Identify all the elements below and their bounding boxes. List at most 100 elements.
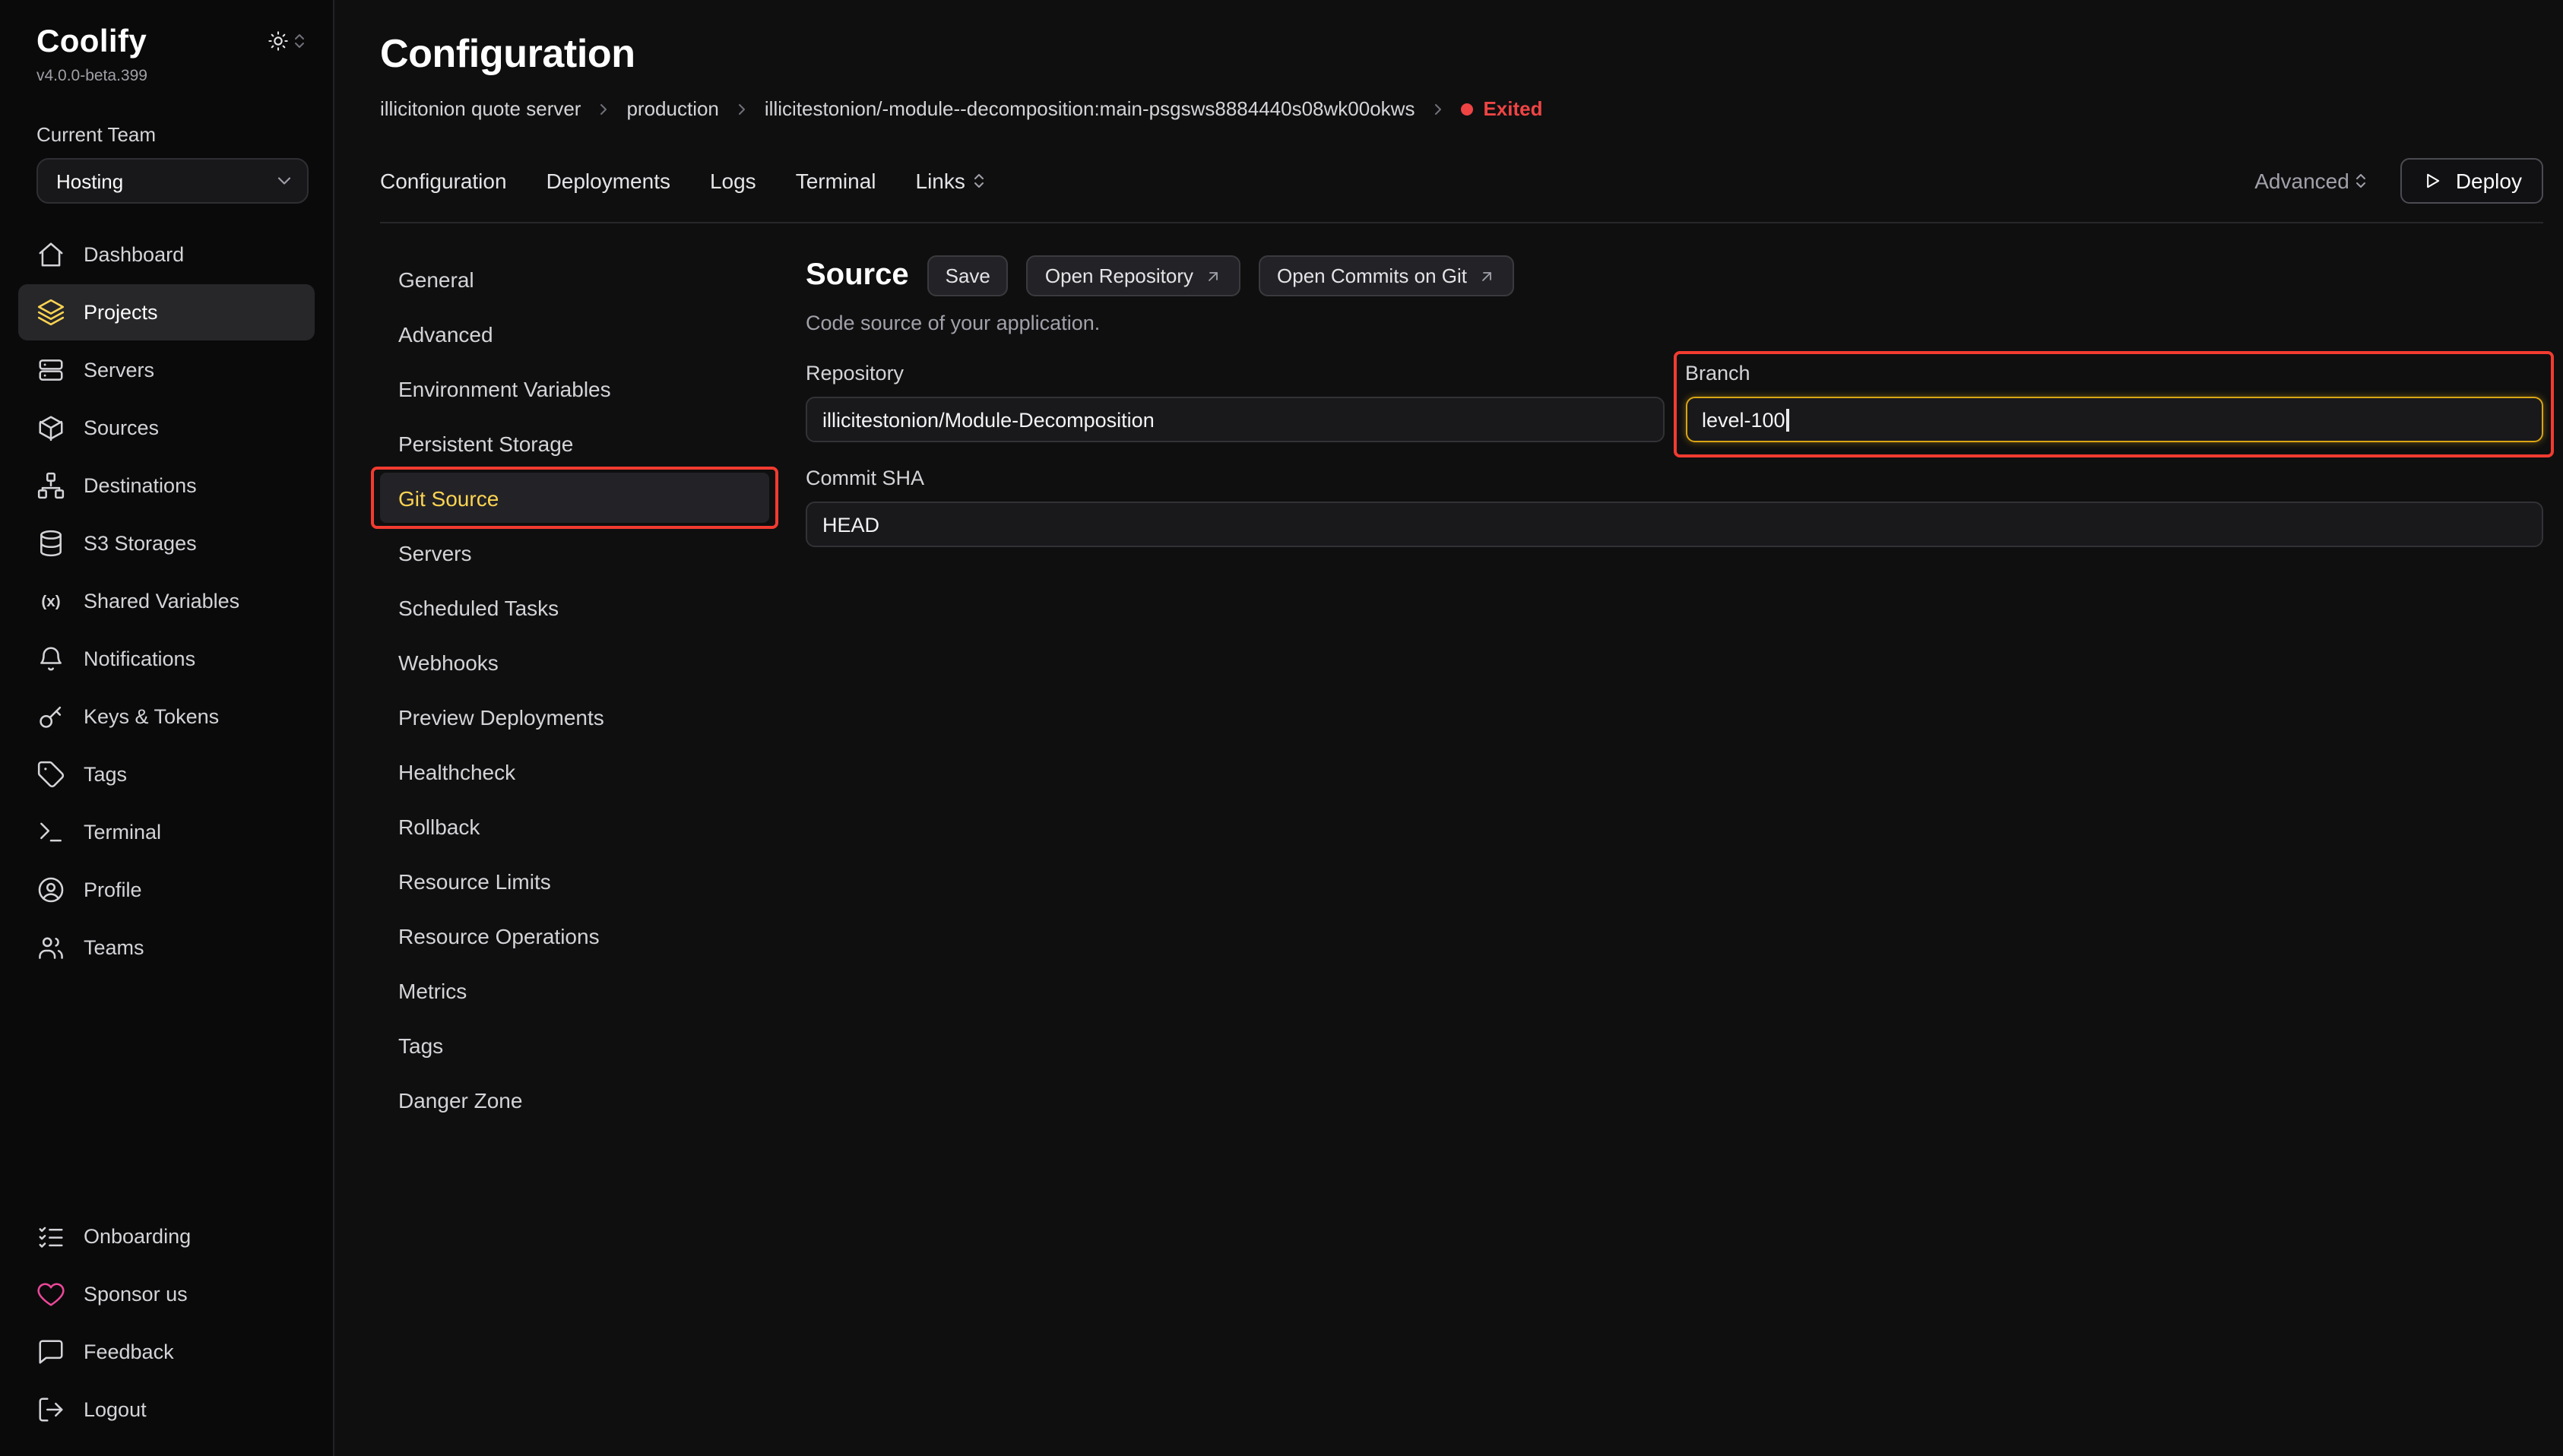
server-icon: [36, 356, 65, 385]
subnav-item-environment-variables[interactable]: Environment Variables: [380, 363, 769, 413]
sidebar-item-terminal[interactable]: Terminal: [18, 804, 315, 860]
commit-sha-input[interactable]: HEAD: [806, 502, 2543, 547]
source-title: Source: [806, 258, 909, 293]
tab-links[interactable]: Links: [916, 169, 988, 193]
external-link-icon: [1478, 267, 1496, 285]
tab-configuration[interactable]: Configuration: [380, 169, 507, 193]
checklist-icon: [36, 1222, 65, 1251]
branch-field: Branch level-100: [1685, 362, 2543, 442]
sidebar-footer: Onboarding Sponsor us Feedback Logout: [18, 1208, 315, 1438]
subnav-item-danger-zone[interactable]: Danger Zone: [380, 1075, 769, 1125]
play-icon: [2422, 170, 2444, 191]
subnav-item-advanced[interactable]: Advanced: [380, 309, 769, 359]
layers-icon: [36, 298, 65, 327]
sidebar-item-shared-variables[interactable]: (x) Shared Variables: [18, 573, 315, 629]
terminal-icon: [36, 818, 65, 847]
database-icon: [36, 529, 65, 558]
subnav-item-general[interactable]: General: [380, 254, 769, 304]
sidebar-item-sponsor-us[interactable]: Sponsor us: [18, 1266, 315, 1322]
source-description: Code source of your application.: [806, 312, 2543, 334]
breadcrumb-project[interactable]: illicitonion quote server: [380, 97, 581, 120]
app-logo: Coolify: [36, 24, 147, 61]
sidebar-item-keys-tokens[interactable]: Keys & Tokens: [18, 688, 315, 745]
status-dot-icon: [1460, 103, 1472, 115]
chevrons-up-down-icon: [2352, 172, 2371, 190]
key-icon: [36, 702, 65, 731]
sidebar-item-dashboard[interactable]: Dashboard: [18, 226, 315, 283]
sidebar-item-s3-storages[interactable]: S3 Storages: [18, 515, 315, 571]
sidebar-item-feedback[interactable]: Feedback: [18, 1324, 315, 1380]
advanced-menu[interactable]: Advanced: [2254, 169, 2371, 193]
subnav-item-metrics[interactable]: Metrics: [380, 965, 769, 1015]
subnav-item-preview-deployments[interactable]: Preview Deployments: [380, 692, 769, 742]
open-repository-button[interactable]: Open Repository: [1027, 255, 1240, 296]
home-icon: [36, 240, 65, 269]
variable-icon: (x): [36, 587, 65, 616]
team-select-value: Hosting: [56, 169, 123, 192]
sidebar-item-projects[interactable]: Projects: [18, 284, 315, 340]
sidebar-item-sources[interactable]: Sources: [18, 400, 315, 456]
user-circle-icon: [36, 875, 65, 904]
subnav-item-healthcheck[interactable]: Healthcheck: [380, 746, 769, 796]
breadcrumb-resource[interactable]: illicitestonion/-module--decomposition:m…: [765, 97, 1415, 120]
breadcrumb: illicitonion quote server production ill…: [380, 97, 2543, 120]
chevron-right-icon: [1428, 100, 1446, 118]
subnav-item-tags[interactable]: Tags: [380, 1020, 769, 1070]
tag-icon: [36, 760, 65, 789]
chevron-down-icon: [274, 170, 295, 191]
sidebar-item-servers[interactable]: Servers: [18, 342, 315, 398]
subnav-item-resource-operations[interactable]: Resource Operations: [380, 910, 769, 961]
tab-divider: [380, 222, 2543, 223]
svg-text:(x): (x): [41, 593, 60, 610]
subnav-item-rollback[interactable]: Rollback: [380, 801, 769, 851]
theme-toggle[interactable]: [268, 30, 309, 52]
commit-sha-field: Commit SHA HEAD: [806, 467, 2543, 547]
save-button[interactable]: Save: [927, 255, 1009, 296]
logout-icon: [36, 1395, 65, 1424]
tab-bar: Configuration Deployments Logs Terminal …: [380, 158, 2543, 204]
sidebar-item-notifications[interactable]: Notifications: [18, 631, 315, 687]
users-icon: [36, 933, 65, 962]
sidebar: Coolify v4.0.0-beta.399 Current Team Hos…: [0, 0, 334, 1456]
subnav-item-git-source[interactable]: Git Source: [380, 473, 769, 523]
repository-field: Repository illicitestonion/Module-Decomp…: [806, 362, 1664, 442]
page-title: Configuration: [380, 30, 2543, 78]
repository-input[interactable]: illicitestonion/Module-Decomposition: [806, 397, 1664, 442]
external-link-icon: [1204, 267, 1222, 285]
subnav-item-resource-limits[interactable]: Resource Limits: [380, 856, 769, 906]
status-label: Exited: [1483, 97, 1542, 120]
sun-icon: [268, 30, 289, 52]
tab-logs[interactable]: Logs: [710, 169, 756, 193]
sidebar-nav: Dashboard Projects Servers Sources Desti…: [18, 226, 315, 976]
subnav-item-webhooks[interactable]: Webhooks: [380, 637, 769, 687]
chevrons-up-down-icon: [290, 32, 309, 50]
team-select[interactable]: Hosting: [36, 158, 309, 204]
heart-icon: [36, 1280, 65, 1309]
config-subnav: General Advanced Environment Variables P…: [380, 254, 769, 1456]
tab-deployments[interactable]: Deployments: [546, 169, 670, 193]
main-area: Configuration illicitonion quote server …: [334, 0, 2563, 1456]
commit-sha-label: Commit SHA: [806, 467, 2543, 489]
sidebar-item-tags[interactable]: Tags: [18, 746, 315, 802]
chevron-right-icon: [733, 100, 751, 118]
sidebar-item-profile[interactable]: Profile: [18, 862, 315, 918]
bell-icon: [36, 644, 65, 673]
sidebar-item-destinations[interactable]: Destinations: [18, 457, 315, 514]
breadcrumb-environment[interactable]: production: [626, 97, 718, 120]
repository-label: Repository: [806, 362, 1664, 385]
subnav-item-persistent-storage[interactable]: Persistent Storage: [380, 418, 769, 468]
branch-label: Branch: [1685, 362, 2543, 385]
sidebar-item-logout[interactable]: Logout: [18, 1382, 315, 1438]
current-team-label: Current Team: [36, 123, 309, 146]
subnav-item-servers[interactable]: Servers: [380, 527, 769, 578]
sidebar-item-onboarding[interactable]: Onboarding: [18, 1208, 315, 1265]
branch-input[interactable]: level-100: [1685, 397, 2543, 442]
deploy-button[interactable]: Deploy: [2401, 158, 2543, 204]
status-badge: Exited: [1460, 97, 1542, 120]
chevron-right-icon: [594, 100, 613, 118]
subnav-item-scheduled-tasks[interactable]: Scheduled Tasks: [380, 582, 769, 632]
open-commits-button[interactable]: Open Commits on Git: [1259, 255, 1514, 296]
sidebar-item-teams[interactable]: Teams: [18, 919, 315, 976]
tab-terminal[interactable]: Terminal: [796, 169, 876, 193]
chevrons-up-down-icon: [970, 172, 988, 190]
